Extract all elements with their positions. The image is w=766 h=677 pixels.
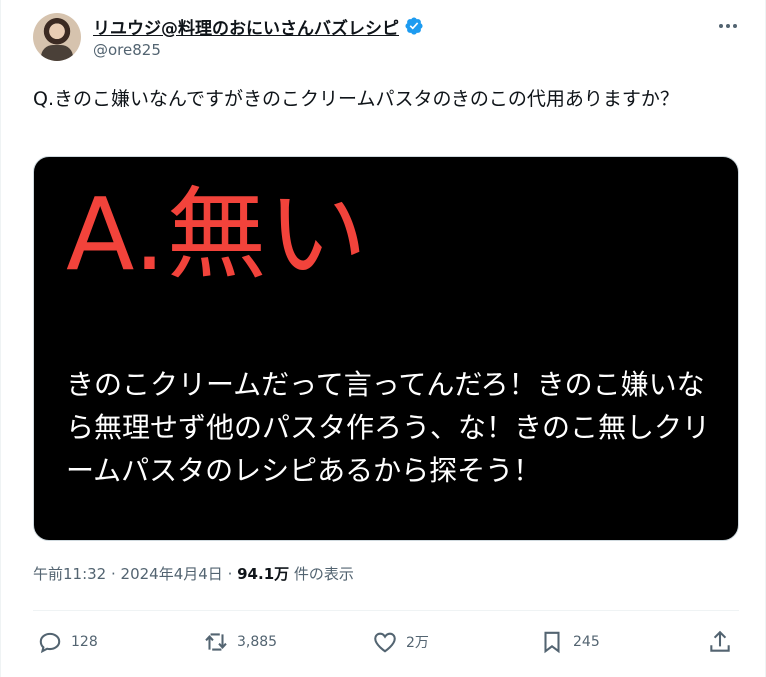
view-count: 94.1万	[237, 565, 290, 583]
retweet-count: 3,885	[237, 634, 278, 650]
like-count: 2万	[406, 635, 429, 651]
image-body-text: きのこクリームだって言ってんだろ！きのこ嫌いなら無理せず他のパスタ作ろう、な！き…	[66, 368, 711, 487]
tweet-time[interactable]: 午前11:32	[33, 565, 106, 583]
reply-button[interactable]: 128	[37, 624, 98, 660]
divider	[33, 610, 739, 611]
author-row: リユウジ@料理のおにいさんバズレシピ	[93, 14, 424, 39]
tweet-text: Q.きのこ嫌いなんですがきのこクリームパスタのきのこの代用ありますか？	[33, 88, 679, 110]
bookmark-icon	[544, 631, 560, 654]
tweet-image[interactable]: A.無い きのこクリームだって言ってんだろ！きのこ嫌いなら無理せず他のパスタ作ろ…	[33, 156, 739, 541]
tweet-meta: 午前11:32 · 2024年4月4日 · 94.1万 件の表示	[33, 565, 354, 583]
image-title: A.無い	[66, 176, 369, 293]
avatar[interactable]	[33, 13, 81, 61]
bookmark-button[interactable]: 245	[539, 624, 600, 660]
retweet-icon	[205, 633, 227, 651]
more-icon	[719, 24, 723, 28]
view-label: 件の表示	[289, 565, 354, 583]
author-handle[interactable]: @ore825	[93, 41, 161, 59]
share-button[interactable]	[707, 624, 733, 660]
tweet-date[interactable]: 2024年4月4日	[121, 565, 223, 583]
reply-count: 128	[71, 634, 98, 650]
author-name[interactable]: リユウジ@料理のおにいさんバズレシピ	[93, 14, 399, 39]
tweet-card: リユウジ@料理のおにいさんバズレシピ @ore825 Q.きのこ嫌いなんですがき…	[0, 0, 766, 677]
share-icon	[710, 630, 730, 652]
more-options-button[interactable]	[713, 14, 743, 38]
bookmark-count: 245	[573, 634, 600, 650]
action-bar: 128 3,885 2万 245	[33, 624, 739, 660]
retweet-button[interactable]: 3,885	[203, 624, 277, 660]
like-button[interactable]: 2万	[372, 624, 429, 660]
verified-badge-icon	[405, 17, 423, 35]
reply-icon	[39, 632, 61, 654]
heart-icon	[374, 632, 396, 653]
